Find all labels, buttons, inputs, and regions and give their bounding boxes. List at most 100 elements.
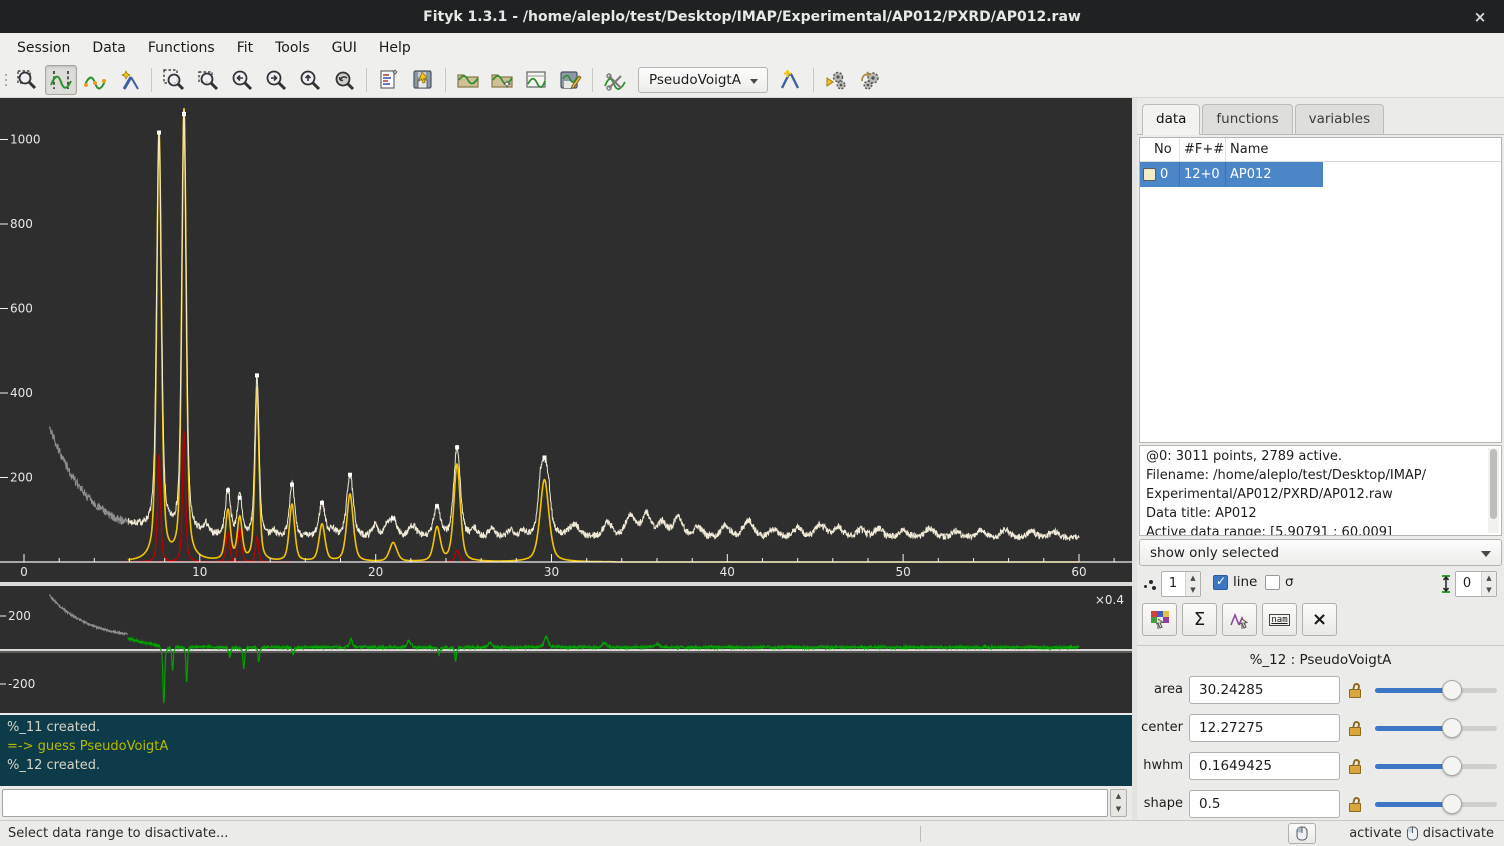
input-history-spinner[interactable]: ▲▼ — [1110, 789, 1127, 817]
function-parameters-panel: %_12 : PseudoVoigtA area 30.24285 center… — [1137, 645, 1504, 820]
function-names-toggle-button[interactable]: nam — [1262, 603, 1297, 636]
auto-add-peak-icon[interactable] — [775, 65, 807, 95]
toolbar-grip[interactable] — [2, 67, 10, 93]
param-center-input[interactable]: 12.27275 — [1189, 714, 1340, 742]
line-checkbox-row[interactable]: line — [1213, 574, 1257, 590]
menu-functions[interactable]: Functions — [137, 35, 226, 61]
zoom-vertical-icon[interactable] — [192, 65, 224, 95]
info-line: Filename: /home/aleplo/test/Desktop/IMAP… — [1146, 466, 1495, 485]
param-area-slider[interactable] — [1375, 688, 1497, 693]
window-title: Fityk 1.3.1 - /home/aleplo/test/Desktop/… — [423, 9, 1081, 25]
col-no: No — [1140, 138, 1180, 161]
close-icon[interactable]: × — [1470, 7, 1490, 27]
point-size-spinner[interactable]: 1 ▲▼ — [1161, 571, 1201, 597]
function-title: %_12 : PseudoVoigtA — [1137, 652, 1504, 668]
load-data-custom-icon[interactable] — [486, 65, 518, 95]
menu-gui[interactable]: GUI — [321, 35, 368, 61]
command-input-row: ▲▼ — [0, 788, 1132, 818]
lock-icon[interactable] — [1348, 795, 1363, 813]
functions-toggle-button[interactable] — [1222, 603, 1257, 636]
plot-config-button[interactable] — [1142, 603, 1177, 636]
display-mode-value: show only selected — [1150, 545, 1279, 561]
strip-background-icon[interactable] — [599, 65, 631, 95]
info-scrollbar[interactable] — [1488, 448, 1499, 533]
dataset-checkbox[interactable] — [1143, 168, 1156, 181]
param-row-center: center 12.27275 — [1137, 714, 1504, 744]
svg-text:-200: -200 — [8, 677, 35, 691]
fit-run-icon[interactable] — [820, 65, 852, 95]
save-session-icon[interactable] — [407, 65, 439, 95]
titlebar: Fityk 1.3.1 - /home/aleplo/test/Desktop/… — [0, 0, 1504, 33]
sigma-checkbox-row[interactable]: σ — [1265, 574, 1294, 590]
sum-toggle-button[interactable]: Σ — [1182, 603, 1217, 636]
dataset-info: @0: 3011 points, 2789 active. Filename: … — [1139, 445, 1502, 536]
fityk-window: Fityk 1.3.1 - /home/aleplo/test/Desktop/… — [0, 0, 1504, 846]
fit-undo-icon[interactable] — [854, 65, 886, 95]
main-plot[interactable]: 01020304050602004006008001000 — [0, 98, 1132, 582]
add-function-wand-icon[interactable] — [113, 65, 145, 95]
zoom-left-icon[interactable] — [226, 65, 258, 95]
zoom-right-icon[interactable] — [260, 65, 292, 95]
delete-button[interactable]: × — [1302, 603, 1337, 636]
param-shape-input[interactable]: 0.5 — [1189, 790, 1340, 818]
svg-text:1000: 1000 — [10, 133, 41, 147]
disactivate-label: disactivate — [1423, 826, 1494, 841]
lock-icon[interactable] — [1348, 757, 1363, 775]
menu-session[interactable]: Session — [6, 35, 81, 61]
script-log-icon[interactable] — [373, 65, 405, 95]
activate-label: activate — [1349, 826, 1402, 841]
svg-text:30: 30 — [544, 565, 559, 579]
toolbar: PseudoVoigtA — [0, 62, 1504, 98]
dataset-table-header: No #F+# Name — [1140, 138, 1501, 162]
data-range-mode-icon[interactable] — [45, 65, 77, 95]
table-row[interactable]: 0 12+0 AP012 — [1140, 162, 1323, 187]
shift-spinner[interactable]: 0 ▲▼ — [1455, 571, 1497, 597]
lock-icon[interactable] — [1348, 719, 1363, 737]
menu-tools[interactable]: Tools — [264, 35, 321, 61]
svg-text:60: 60 — [1071, 565, 1086, 579]
mouse-mode-hints: activate disactivate — [1349, 826, 1494, 841]
param-row-area: area 30.24285 — [1137, 676, 1504, 706]
shift-value: 0 — [1456, 572, 1478, 596]
lock-icon[interactable] — [1348, 681, 1363, 699]
command-input[interactable] — [2, 789, 1108, 817]
zoom-all-icon[interactable] — [158, 65, 190, 95]
sidebar: data functions variables No #F+# Name 0 … — [1137, 98, 1504, 820]
console-line: =-> guess PseudoVoigtA — [7, 737, 1125, 756]
dataset-table: No #F+# Name 0 12+0 AP012 — [1139, 137, 1502, 443]
info-line: Data title: AP012 — [1146, 504, 1495, 523]
function-type-value: PseudoVoigtA — [649, 72, 741, 88]
menu-data[interactable]: Data — [81, 35, 136, 61]
tab-functions[interactable]: functions — [1202, 104, 1292, 134]
param-label: center — [1137, 720, 1183, 735]
mouse-hints-button[interactable] — [1288, 823, 1316, 844]
svg-text:20: 20 — [368, 565, 383, 579]
add-peak-mode-icon[interactable] — [79, 65, 111, 95]
aux-plot[interactable]: 200-200×0.4 — [0, 586, 1132, 713]
nam-label: nam — [1269, 614, 1289, 626]
zoom-previous-icon[interactable] — [328, 65, 360, 95]
save-data-as-icon[interactable] — [554, 65, 586, 95]
statusbar: Select data range to disactivate... acti… — [0, 820, 1504, 846]
tab-data[interactable]: data — [1142, 104, 1200, 135]
export-data-icon[interactable] — [520, 65, 552, 95]
menu-fit[interactable]: Fit — [226, 35, 264, 61]
point-size-value: 1 — [1162, 572, 1184, 596]
function-type-combo[interactable]: PseudoVoigtA — [638, 67, 768, 93]
load-data-icon[interactable] — [452, 65, 484, 95]
param-center-slider[interactable] — [1375, 726, 1497, 731]
param-area-input[interactable]: 30.24285 — [1189, 676, 1340, 704]
tab-variables[interactable]: variables — [1295, 104, 1385, 134]
display-mode-combo[interactable]: show only selected — [1139, 539, 1502, 566]
svg-text:600: 600 — [10, 302, 33, 316]
zoom-mode-icon[interactable] — [11, 65, 43, 95]
param-hwhm-slider[interactable] — [1375, 764, 1497, 769]
param-hwhm-input[interactable]: 0.1649425 — [1189, 752, 1340, 780]
line-checkbox[interactable] — [1213, 575, 1228, 590]
svg-text:×0.4: ×0.4 — [1095, 593, 1124, 607]
menu-help[interactable]: Help — [368, 35, 422, 61]
param-shape-slider[interactable] — [1375, 802, 1497, 807]
zoom-up-icon[interactable] — [294, 65, 326, 95]
sigma-checkbox[interactable] — [1265, 575, 1280, 590]
svg-text:800: 800 — [10, 217, 33, 231]
